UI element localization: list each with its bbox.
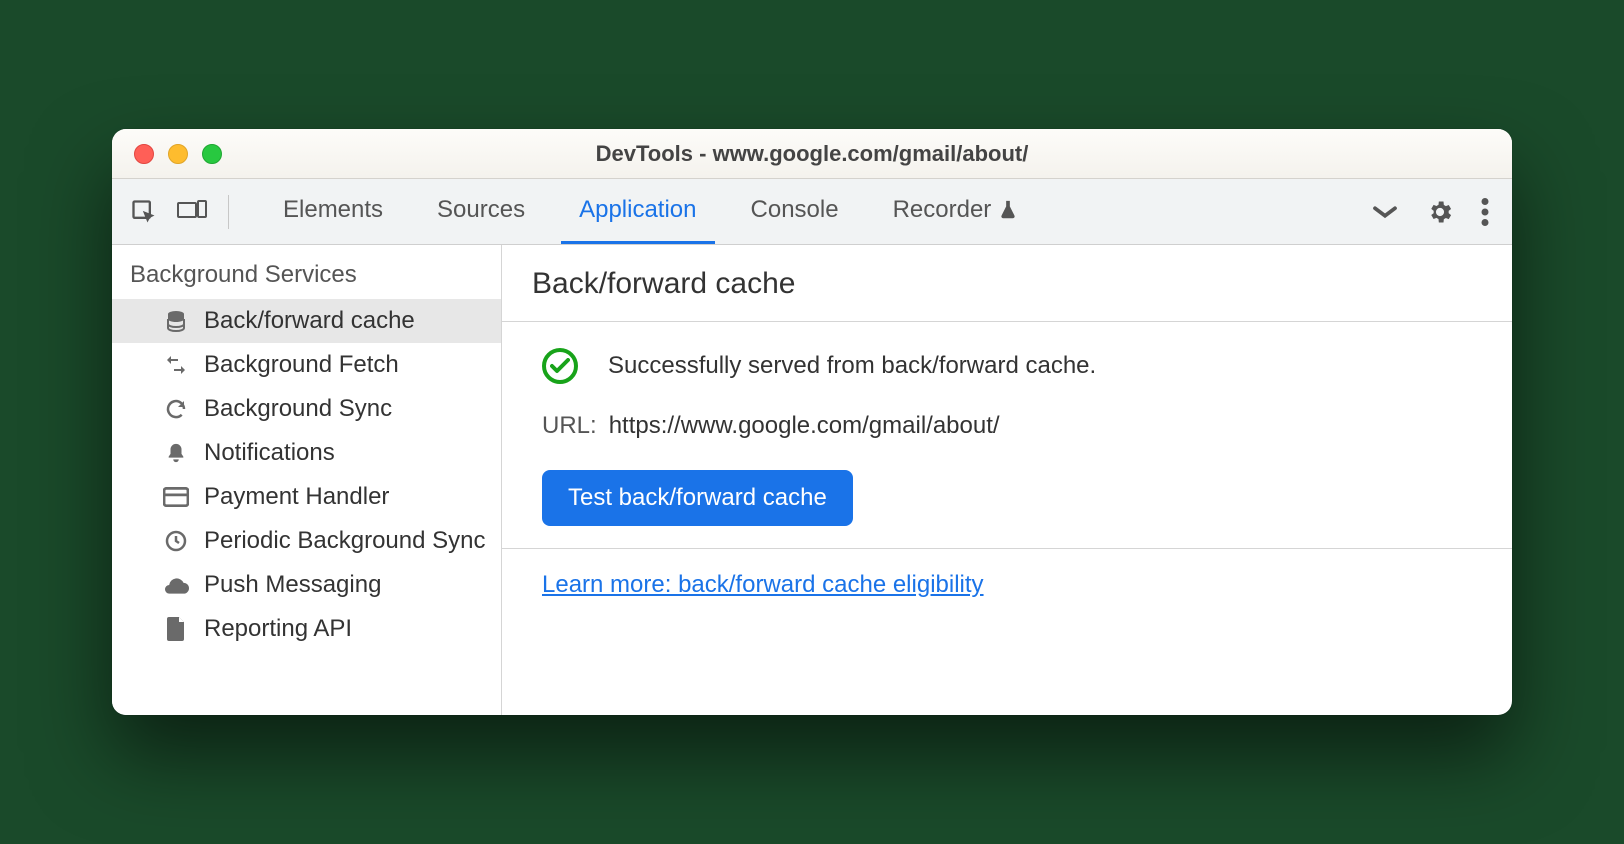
tab-elements[interactable]: Elements (265, 179, 401, 244)
minimize-window-button[interactable] (168, 144, 188, 164)
url-row: URL: https://www.google.com/gmail/about/ (542, 412, 1472, 440)
titlebar: DevTools - www.google.com/gmail/about/ (112, 129, 1512, 179)
sidebar-item-label: Periodic Background Sync (204, 527, 485, 555)
clock-icon (162, 529, 190, 553)
sidebar-item-push-messaging[interactable]: Push Messaging (112, 563, 501, 607)
url-value: https://www.google.com/gmail/about/ (609, 412, 1000, 440)
status-message: Successfully served from back/forward ca… (608, 352, 1096, 380)
separator (228, 195, 229, 229)
flask-icon (997, 198, 1019, 222)
database-icon (162, 309, 190, 333)
url-label: URL: (542, 412, 597, 440)
tab-recorder-label: Recorder (893, 196, 992, 224)
status-row: Successfully served from back/forward ca… (542, 348, 1472, 384)
sidebar-item-label: Back/forward cache (204, 307, 415, 335)
settings-gear-icon[interactable] (1426, 198, 1454, 226)
sidebar-item-periodic-background-sync[interactable]: Periodic Background Sync (112, 519, 501, 563)
sidebar-item-reporting-api[interactable]: Reporting API (112, 607, 501, 651)
devtools-window: DevTools - www.google.com/gmail/about/ E… (112, 129, 1512, 715)
devtools-toolbar: Elements Sources Application Console Rec… (112, 179, 1512, 245)
inspect-element-icon[interactable] (124, 192, 164, 232)
panel-body-container: Background Services Back/forward cache B… (112, 245, 1512, 715)
tab-console[interactable]: Console (733, 179, 857, 244)
device-toggle-icon[interactable] (172, 192, 212, 232)
panel-title: Back/forward cache (502, 245, 1512, 322)
kebab-menu-icon[interactable] (1480, 198, 1490, 226)
panel-footer: Learn more: back/forward cache eligibili… (502, 549, 1512, 621)
sync-icon (162, 397, 190, 421)
tab-recorder[interactable]: Recorder (875, 179, 1038, 244)
learn-more-link[interactable]: Learn more: back/forward cache eligibili… (542, 571, 984, 598)
zoom-window-button[interactable] (202, 144, 222, 164)
tab-application[interactable]: Application (561, 179, 714, 244)
sidebar-item-label: Notifications (204, 439, 335, 467)
sidebar-item-background-sync[interactable]: Background Sync (112, 387, 501, 431)
toolbar-right (1370, 198, 1500, 226)
application-sidebar: Background Services Back/forward cache B… (112, 245, 502, 715)
window-title: DevTools - www.google.com/gmail/about/ (112, 141, 1512, 167)
success-check-icon (542, 348, 578, 384)
bell-icon (162, 441, 190, 465)
document-icon (162, 617, 190, 641)
sidebar-item-bfcache[interactable]: Back/forward cache (112, 299, 501, 343)
sidebar-item-payment-handler[interactable]: Payment Handler (112, 475, 501, 519)
sidebar-heading-background-services: Background Services (112, 245, 501, 299)
cloud-icon (162, 575, 190, 595)
sidebar-item-background-fetch[interactable]: Background Fetch (112, 343, 501, 387)
panel-content: Successfully served from back/forward ca… (502, 322, 1512, 549)
tab-sources[interactable]: Sources (419, 179, 543, 244)
transfer-icon (162, 353, 190, 377)
credit-card-icon (162, 487, 190, 507)
close-window-button[interactable] (134, 144, 154, 164)
main-panel: Back/forward cache Successfully served f… (502, 245, 1512, 715)
test-bfcache-button[interactable]: Test back/forward cache (542, 470, 853, 526)
sidebar-item-label: Push Messaging (204, 571, 381, 599)
sidebar-item-notifications[interactable]: Notifications (112, 431, 501, 475)
sidebar-item-label: Background Fetch (204, 351, 399, 379)
more-tabs-icon[interactable] (1370, 202, 1400, 222)
sidebar-item-label: Background Sync (204, 395, 392, 423)
window-controls (112, 144, 222, 164)
sidebar-item-label: Reporting API (204, 615, 352, 643)
panel-tabs: Elements Sources Application Console Rec… (265, 179, 1037, 244)
sidebar-item-label: Payment Handler (204, 483, 389, 511)
